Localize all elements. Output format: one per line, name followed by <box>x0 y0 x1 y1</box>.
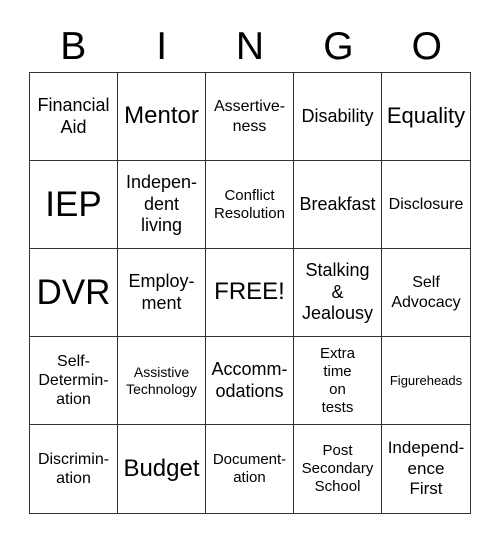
bingo-cell[interactable]: DVR <box>30 249 118 337</box>
bingo-cell[interactable]: IEP <box>30 161 118 249</box>
header-letter-b: B <box>60 25 87 68</box>
bingo-cell[interactable]: Financial Aid <box>30 73 118 161</box>
bingo-cell[interactable]: Stalking & Jealousy <box>294 249 382 337</box>
bingo-cell[interactable]: Disclosure <box>382 161 470 249</box>
bingo-cell[interactable]: Post Secondary School <box>294 425 382 513</box>
bingo-cell[interactable]: Conflict Resolution <box>206 161 294 249</box>
bingo-cell[interactable]: Budget <box>118 425 206 513</box>
bingo-card: Financial Aid Mentor Assertive- ness Dis… <box>29 72 471 514</box>
bingo-cell[interactable]: Accomm- odations <box>206 337 294 425</box>
header-letter-n: N <box>235 25 265 68</box>
bingo-cell[interactable]: Breakfast <box>294 161 382 249</box>
bingo-cell[interactable]: Indepen- dent living <box>118 161 206 249</box>
bingo-cell[interactable]: Discrimin- ation <box>30 425 118 513</box>
free-space[interactable]: FREE! <box>206 249 294 337</box>
header-letter-g: G <box>323 25 354 68</box>
bingo-cell[interactable]: Independ- ence First <box>382 425 470 513</box>
bingo-cell[interactable]: Disability <box>294 73 382 161</box>
bingo-cell[interactable]: Mentor <box>118 73 206 161</box>
bingo-header: B I N G O <box>29 22 471 72</box>
bingo-cell[interactable]: Figureheads <box>382 337 470 425</box>
bingo-cell[interactable]: Equality <box>382 73 470 161</box>
bingo-cell[interactable]: Document- ation <box>206 425 294 513</box>
bingo-cell[interactable]: Assistive Technology <box>118 337 206 425</box>
bingo-cell[interactable]: Self Advocacy <box>382 249 470 337</box>
bingo-cell[interactable]: Assertive- ness <box>206 73 294 161</box>
bingo-cell[interactable]: Employ- ment <box>118 249 206 337</box>
header-letter-i: I <box>156 25 168 68</box>
bingo-cell[interactable]: Self- Determin- ation <box>30 337 118 425</box>
bingo-cell[interactable]: Extra time on tests <box>294 337 382 425</box>
header-letter-o: O <box>411 25 442 68</box>
